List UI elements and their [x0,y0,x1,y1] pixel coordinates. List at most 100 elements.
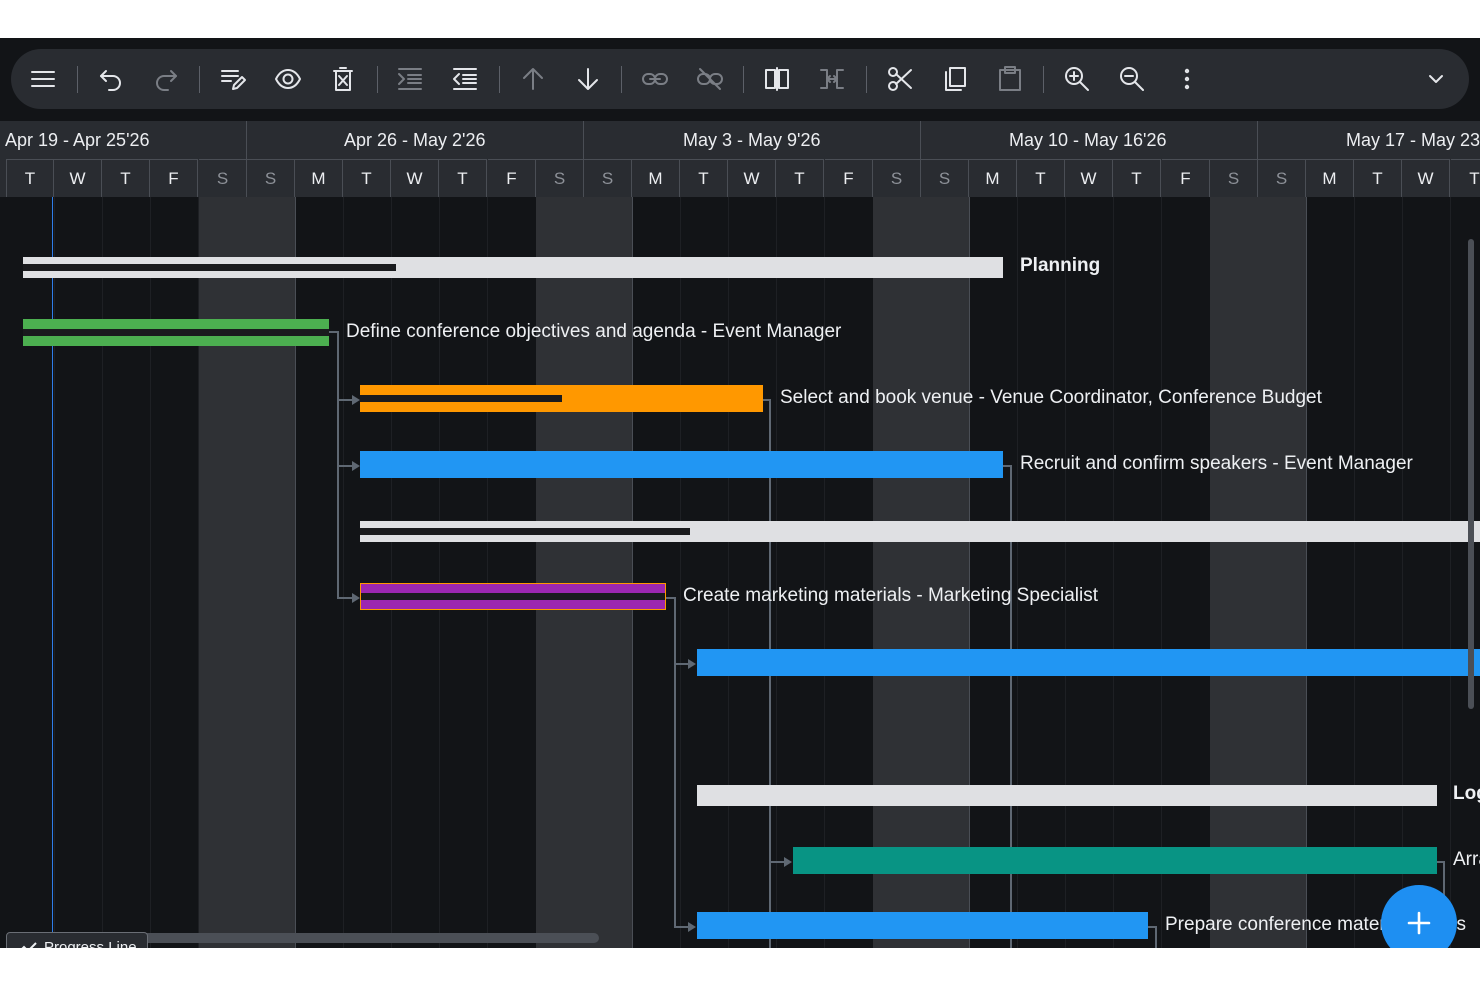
task-label: Logistics [1453,783,1480,804]
link-button[interactable] [633,57,677,101]
task-bar-marketing-materials[interactable] [360,583,666,610]
redo-icon [156,70,177,91]
edit-button[interactable] [211,57,255,101]
undo-button[interactable] [89,57,133,101]
unlink-icon [697,68,723,90]
week-header: May 17 - May 23'26 [1346,130,1480,150]
grid-line [295,197,296,948]
day-header: S [1258,159,1306,197]
grid-line [1402,197,1403,948]
zoom-out-icon [1120,67,1144,91]
day-header: T [343,159,391,197]
redo-button[interactable] [144,57,188,101]
grid-line [487,197,488,948]
more-button[interactable] [1165,57,1209,101]
day-header: M [632,159,680,197]
grid-line [439,197,440,948]
zoom-in-icon [1065,67,1089,91]
undo-icon [100,70,121,91]
copy-button[interactable] [933,57,977,101]
dependency-arrow [352,461,360,471]
task-bar-arrange[interactable] [793,847,1437,874]
task-label: Arrange [1453,849,1480,870]
toolbar-separator [199,66,200,93]
week-header: Apr 26 - May 2'26 [247,121,584,159]
grid-line [1113,197,1114,948]
grid-line [1354,197,1355,948]
menu-button[interactable] [21,57,65,101]
dependency-arrow [352,395,360,405]
day-header: S [1210,159,1258,197]
progress-fill [23,264,396,271]
dependency-connector [674,597,676,927]
day-header: F [825,159,873,197]
trending-up-icon [21,942,37,948]
gantt-app: Apr 19 - Apr 25'26 Apr 26 - May 2'26 May… [0,38,1480,948]
weekend-column [873,197,921,948]
task-label: Select and book venue - Venue Coordinato… [780,387,1322,408]
weekend-column [1210,197,1258,948]
expand-toolbar-button[interactable] [1414,57,1458,101]
day-header: W [391,159,439,197]
zoom-in-button[interactable] [1055,57,1099,101]
outdent-button[interactable] [443,57,487,101]
task-bar-book-venue[interactable] [360,385,763,412]
weekend-column [921,197,969,948]
move-down-button[interactable] [566,57,610,101]
day-header: T [439,159,487,197]
weekend-column [584,197,632,948]
add-task-button[interactable] [1381,885,1457,948]
unlink-button[interactable] [688,57,732,101]
task-bar-prepare-materials[interactable] [697,912,1148,939]
view-button[interactable] [266,57,310,101]
merge-icon [820,69,844,89]
summary-bar-planning[interactable] [23,257,1003,278]
grid-line [150,197,151,948]
day-header: T [1354,159,1402,197]
dependency-connector [1155,926,1157,948]
indent-icon [398,68,422,90]
grid-line [969,197,970,948]
grid-line [728,197,729,948]
grid-line [54,197,55,948]
copy-icon [945,67,966,91]
task-bar-define-objectives[interactable] [23,319,329,346]
week-header: May 10 - May 16'26 [921,121,1258,159]
summary-bar-marketing[interactable] [360,521,1480,542]
merge-button[interactable] [810,57,854,101]
horizontal-scrollbar[interactable] [133,933,599,943]
chevron-down-icon [1429,75,1443,83]
grid-line [391,197,392,948]
grid-line [824,197,825,948]
vertical-scrollbar[interactable] [1468,239,1474,709]
progress-line-button[interactable]: Progress Line [6,932,148,948]
task-bar-recruit-speakers[interactable] [360,451,1003,478]
task-bar-promotion[interactable] [697,649,1480,676]
toolbar-separator [743,66,744,93]
indent-button[interactable] [388,57,432,101]
task-label: Planning [1020,255,1101,276]
zoom-out-button[interactable] [1110,57,1154,101]
dependency-connector [337,399,353,401]
move-up-button[interactable] [511,57,555,101]
paste-button[interactable] [988,57,1032,101]
day-header: T [6,159,54,197]
progress-line-label: Progress Line [44,938,137,949]
day-header: W [1402,159,1450,197]
summary-bar-logistics[interactable] [697,785,1437,806]
day-header: F [1162,159,1210,197]
weekend-column [1258,197,1306,948]
link-icon [642,73,668,85]
day-header: S [247,159,295,197]
dependency-connector [674,926,689,928]
toolbar-separator [866,66,867,93]
day-header: S [199,159,247,197]
day-header: F [488,159,536,197]
dependency-connector [674,663,689,665]
cut-button[interactable] [878,57,922,101]
day-header: S [584,159,632,197]
split-button[interactable] [755,57,799,101]
day-header: T [1017,159,1065,197]
delete-button[interactable] [321,57,365,101]
progress-fill [360,395,562,402]
